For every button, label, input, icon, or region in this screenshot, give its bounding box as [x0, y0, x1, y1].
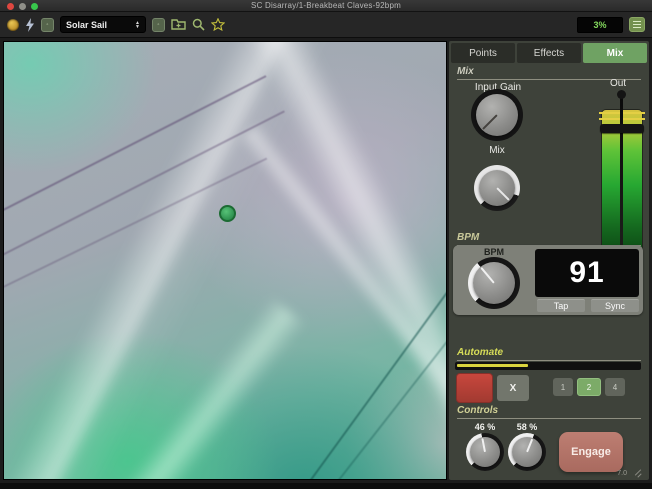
control2-value: 58 % [505, 422, 549, 432]
output-fader-cap [617, 90, 626, 99]
tab-bar: Points Effects Mix [451, 43, 647, 63]
xy-cursor[interactable] [219, 205, 236, 222]
tab-mix[interactable]: Mix [583, 43, 647, 63]
main-content: Points Effects Mix Mix Input Gain Out Mi… [0, 38, 652, 483]
wire-line [3, 158, 267, 309]
light-ray [3, 297, 307, 480]
out-label: Out [595, 78, 641, 89]
wire-line [3, 110, 285, 275]
wire-line [285, 271, 447, 480]
menu-button[interactable] [629, 17, 645, 32]
automate-progress-fill [457, 364, 528, 367]
title-bar[interactable]: SC Disarray/1-Breakbeat Claves-92bpm [0, 0, 652, 12]
chevron-up-down-icon: ▲▼ [135, 21, 140, 29]
slot-button-1[interactable]: 1 [553, 378, 573, 396]
xy-pad[interactable] [3, 41, 447, 480]
close-button[interactable] [7, 3, 14, 10]
power-led-icon[interactable] [7, 19, 19, 31]
window-title: SC Disarray/1-Breakbeat Claves-92bpm [251, 1, 401, 10]
minimize-button[interactable] [19, 3, 26, 10]
toolbar: ◦ Solar Sail ▲▼ ◦ 3% [0, 12, 652, 38]
controls-section-header: Controls [457, 405, 641, 419]
plugin-window: SC Disarray/1-Breakbeat Claves-92bpm ◦ S… [0, 0, 652, 489]
star-icon[interactable] [211, 18, 225, 31]
cpu-value: 3% [593, 20, 606, 30]
mix-knob[interactable] [474, 165, 520, 211]
slot-button-4[interactable]: 4 [605, 378, 625, 396]
tab-effects[interactable]: Effects [517, 43, 581, 63]
cpu-meter: 3% [577, 17, 623, 33]
preset-name: Solar Sail [66, 20, 107, 30]
bpm-display: 91 [535, 249, 639, 297]
bpm-value: 91 [569, 256, 604, 290]
zoom-button[interactable] [31, 3, 38, 10]
sync-button[interactable]: Sync [591, 299, 639, 312]
record-button[interactable] [456, 373, 493, 403]
tap-button[interactable]: Tap [537, 299, 585, 312]
light-ray [238, 122, 447, 480]
control1-knob[interactable] [466, 433, 504, 471]
control-panel: Points Effects Mix Mix Input Gain Out Mi… [449, 41, 649, 480]
light-ray [3, 41, 345, 480]
output-fader-handle[interactable] [600, 124, 644, 133]
engage-button[interactable]: Engage [559, 432, 623, 472]
preset-prev-button[interactable]: ◦ [41, 18, 54, 32]
light-ray [214, 41, 447, 455]
folder-add-icon[interactable] [171, 18, 186, 31]
control2-knob[interactable] [508, 433, 546, 471]
menu-icon [633, 21, 641, 22]
preset-dropdown[interactable]: Solar Sail ▲▼ [60, 16, 146, 33]
lightning-icon[interactable] [25, 18, 35, 32]
tab-points[interactable]: Points [451, 43, 515, 63]
slot-button-2[interactable]: 2 [577, 378, 601, 396]
wire-line [312, 292, 447, 480]
preset-next-button[interactable]: ◦ [152, 18, 165, 32]
resize-grip-icon[interactable] [632, 468, 642, 477]
input-gain-knob[interactable] [471, 89, 523, 141]
mix-knob-label: Mix [467, 145, 527, 156]
window-bottom-edge [0, 483, 652, 489]
bpm-section-header: BPM [457, 232, 641, 246]
traffic-lights [7, 3, 38, 10]
clear-button[interactable]: X [497, 375, 529, 401]
automate-progress-bar [455, 362, 641, 370]
bpm-knob-label: BPM [464, 247, 524, 257]
version-label: 7.0 [617, 470, 627, 477]
control1-value: 46 % [463, 422, 507, 432]
bpm-panel: BPM 91 Tap Sync [453, 245, 643, 315]
automate-section-header: Automate [457, 347, 641, 361]
search-icon[interactable] [192, 18, 205, 31]
bpm-knob[interactable] [468, 257, 520, 309]
